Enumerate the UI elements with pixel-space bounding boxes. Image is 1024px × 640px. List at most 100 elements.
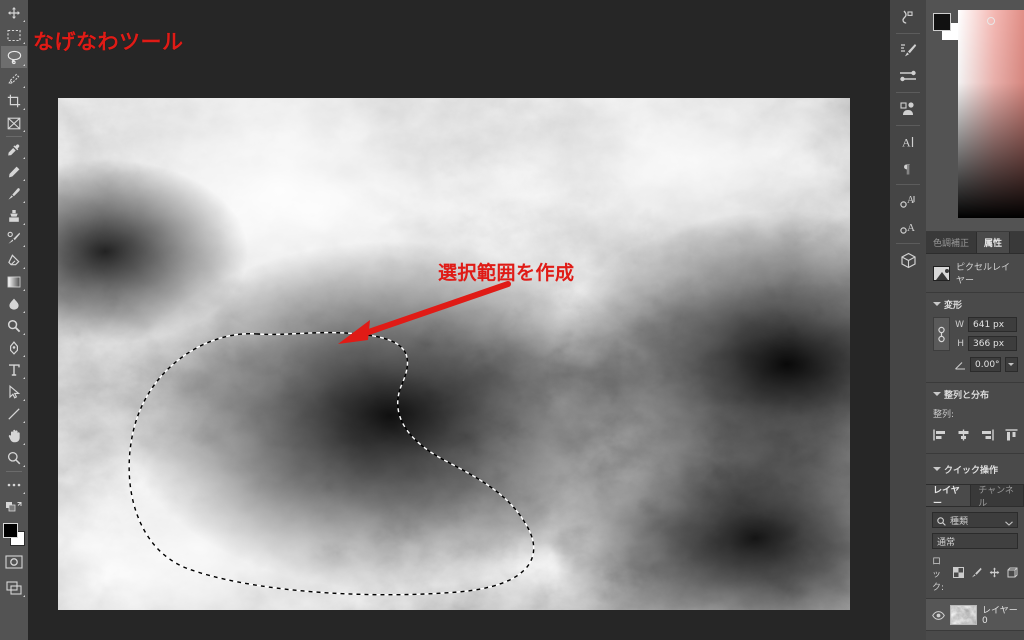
lock-image-pixels-icon[interactable]	[971, 567, 982, 581]
color-swatches[interactable]	[1, 521, 27, 547]
dock-divider-4	[896, 184, 920, 185]
quick-mask-button[interactable]	[1, 551, 27, 573]
character-styles-icon[interactable]: A	[893, 188, 923, 214]
history-icon[interactable]	[893, 4, 923, 30]
align-buttons-row	[933, 426, 1018, 445]
spot-healing-tool[interactable]	[1, 161, 27, 183]
angle-row: 0.00°	[933, 355, 1018, 374]
history-brush-tool[interactable]	[1, 227, 27, 249]
character-A-icon[interactable]: A	[893, 129, 923, 155]
collapsed-panel-dock: A ¶ A A	[890, 0, 926, 640]
layers-list-empty-area	[926, 631, 1024, 640]
brush-settings-icon[interactable]	[893, 37, 923, 63]
pixel-layer-icon	[933, 265, 950, 281]
pen-tool[interactable]	[1, 337, 27, 359]
cp-foreground-swatch[interactable]	[933, 13, 951, 31]
width-input[interactable]: 641 px	[968, 317, 1017, 332]
layers-panel-tabs: レイヤー チャンネル	[926, 485, 1024, 509]
gradient-tool[interactable]	[1, 271, 27, 293]
tab-channels[interactable]: チャンネル	[971, 485, 1024, 509]
link-aspect-ratio-icon[interactable]	[933, 317, 950, 351]
frame-tool[interactable]	[1, 112, 27, 134]
chevron-down-icon-filter[interactable]	[1005, 511, 1013, 530]
color-panel-tabs	[926, 0, 1024, 8]
photoshop-window: なげなわツール 選択範囲を作成 A ¶ A A 色調補正 属性 ピクセルレイヤー…	[0, 0, 1024, 640]
properties-panel-tabs: 色調補正 属性	[926, 232, 1024, 254]
align-section-title[interactable]: 整列と分布	[933, 388, 1017, 401]
eyedropper-tool[interactable]	[1, 139, 27, 161]
layer-row[interactable]: レイヤー 0	[926, 598, 1024, 631]
transform-title-text: 変形	[944, 301, 963, 311]
color-picker-panel[interactable]	[926, 0, 1024, 232]
color-field[interactable]	[958, 10, 1024, 218]
lock-position-icon[interactable]	[989, 567, 1000, 581]
brush-tool[interactable]	[1, 183, 27, 205]
width-label: W	[955, 319, 964, 330]
layer-thumbnail	[950, 604, 977, 625]
libraries-icon[interactable]	[893, 96, 923, 122]
angle-dropdown-icon[interactable]	[1004, 357, 1018, 372]
object-selection-tool[interactable]	[1, 68, 27, 90]
angle-input[interactable]: 0.00°	[970, 357, 1001, 372]
hand-tool[interactable]	[1, 425, 27, 447]
layers-panel: レイヤー チャンネル 種類 通常 ロック: レイヤー 0	[926, 484, 1024, 640]
quick-actions-title[interactable]: クイック操作	[933, 463, 1017, 476]
align-horizontal-centers-icon[interactable]	[957, 426, 970, 445]
edit-toolbar-button[interactable]	[1, 474, 27, 496]
tab-properties[interactable]: 属性	[977, 232, 1011, 253]
search-icon	[937, 511, 946, 530]
tab-layers[interactable]: レイヤー	[926, 485, 972, 509]
foreground-color-swatch[interactable]	[3, 523, 18, 538]
chevron-down-icon-align	[933, 391, 941, 398]
align-left-edges-icon[interactable]	[933, 426, 946, 445]
lasso-tool[interactable]	[1, 46, 27, 68]
dock-divider-3	[896, 125, 920, 126]
eraser-tool[interactable]	[1, 249, 27, 271]
lock-artboard-nesting-icon[interactable]	[1007, 567, 1018, 581]
dodge-tool[interactable]	[1, 315, 27, 337]
tab-adjustments[interactable]: 色調補正	[926, 232, 978, 253]
rectangular-marquee-tool[interactable]	[1, 24, 27, 46]
screen-mode-button[interactable]	[1, 577, 27, 599]
properties-header: ピクセルレイヤー	[926, 254, 1024, 293]
align-right-edges-icon[interactable]	[981, 426, 994, 445]
layer-visibility-eye-icon[interactable]	[932, 605, 945, 624]
align-top-edges-icon[interactable]	[1005, 426, 1018, 445]
color-panel-swatches[interactable]	[933, 13, 961, 41]
quick-actions-title-text: クイック操作	[944, 466, 999, 476]
lock-label: ロック:	[932, 557, 945, 593]
align-distribute-section: 整列と分布 整列:	[926, 383, 1024, 454]
move-tool[interactable]	[1, 2, 27, 24]
type-tool[interactable]	[1, 359, 27, 381]
transform-section-title[interactable]: 変形	[933, 298, 1017, 311]
height-input[interactable]: 366 px	[968, 336, 1017, 351]
paragraph-styles-icon[interactable]: A	[893, 214, 923, 240]
paragraph-pilcrow-icon[interactable]: ¶	[893, 155, 923, 181]
red-arrow-annotation	[338, 281, 511, 344]
svg-text:A: A	[902, 136, 911, 150]
dock-divider-5	[896, 243, 920, 244]
zoom-tool[interactable]	[1, 447, 27, 469]
right-panel-column: 色調補正 属性 ピクセルレイヤー 変形 W 641 px H 366 px 0.…	[926, 0, 1024, 640]
lock-transparent-pixels-icon[interactable]	[953, 566, 964, 581]
layer-filter-dropdown[interactable]: 種類	[932, 512, 1018, 528]
annotation-tool-label: なげなわツール	[33, 30, 184, 54]
chevron-down-icon	[933, 301, 941, 308]
layer-filter-value: 種類	[950, 516, 969, 527]
align-label: 整列:	[933, 410, 955, 420]
crop-tool[interactable]	[1, 90, 27, 112]
layer-name: レイヤー 0	[982, 606, 1018, 626]
blur-tool[interactable]	[1, 293, 27, 315]
blend-mode-dropdown[interactable]: 通常	[932, 533, 1018, 549]
default-colors-button[interactable]	[1, 496, 27, 518]
cube-icon[interactable]	[893, 247, 923, 273]
clone-stamp-tool[interactable]	[1, 205, 27, 227]
annotation-action-label: 選択範囲を作成	[438, 262, 575, 284]
document-workspace: なげなわツール 選択範囲を作成	[28, 0, 890, 640]
line-tool[interactable]	[1, 403, 27, 425]
color-field-marker[interactable]	[987, 17, 995, 25]
transform-fields-row: W 641 px H 366 px	[933, 317, 1017, 351]
path-selection-tool[interactable]	[1, 381, 27, 403]
tools-panel	[0, 0, 28, 640]
sliders-icon[interactable]	[893, 63, 923, 89]
